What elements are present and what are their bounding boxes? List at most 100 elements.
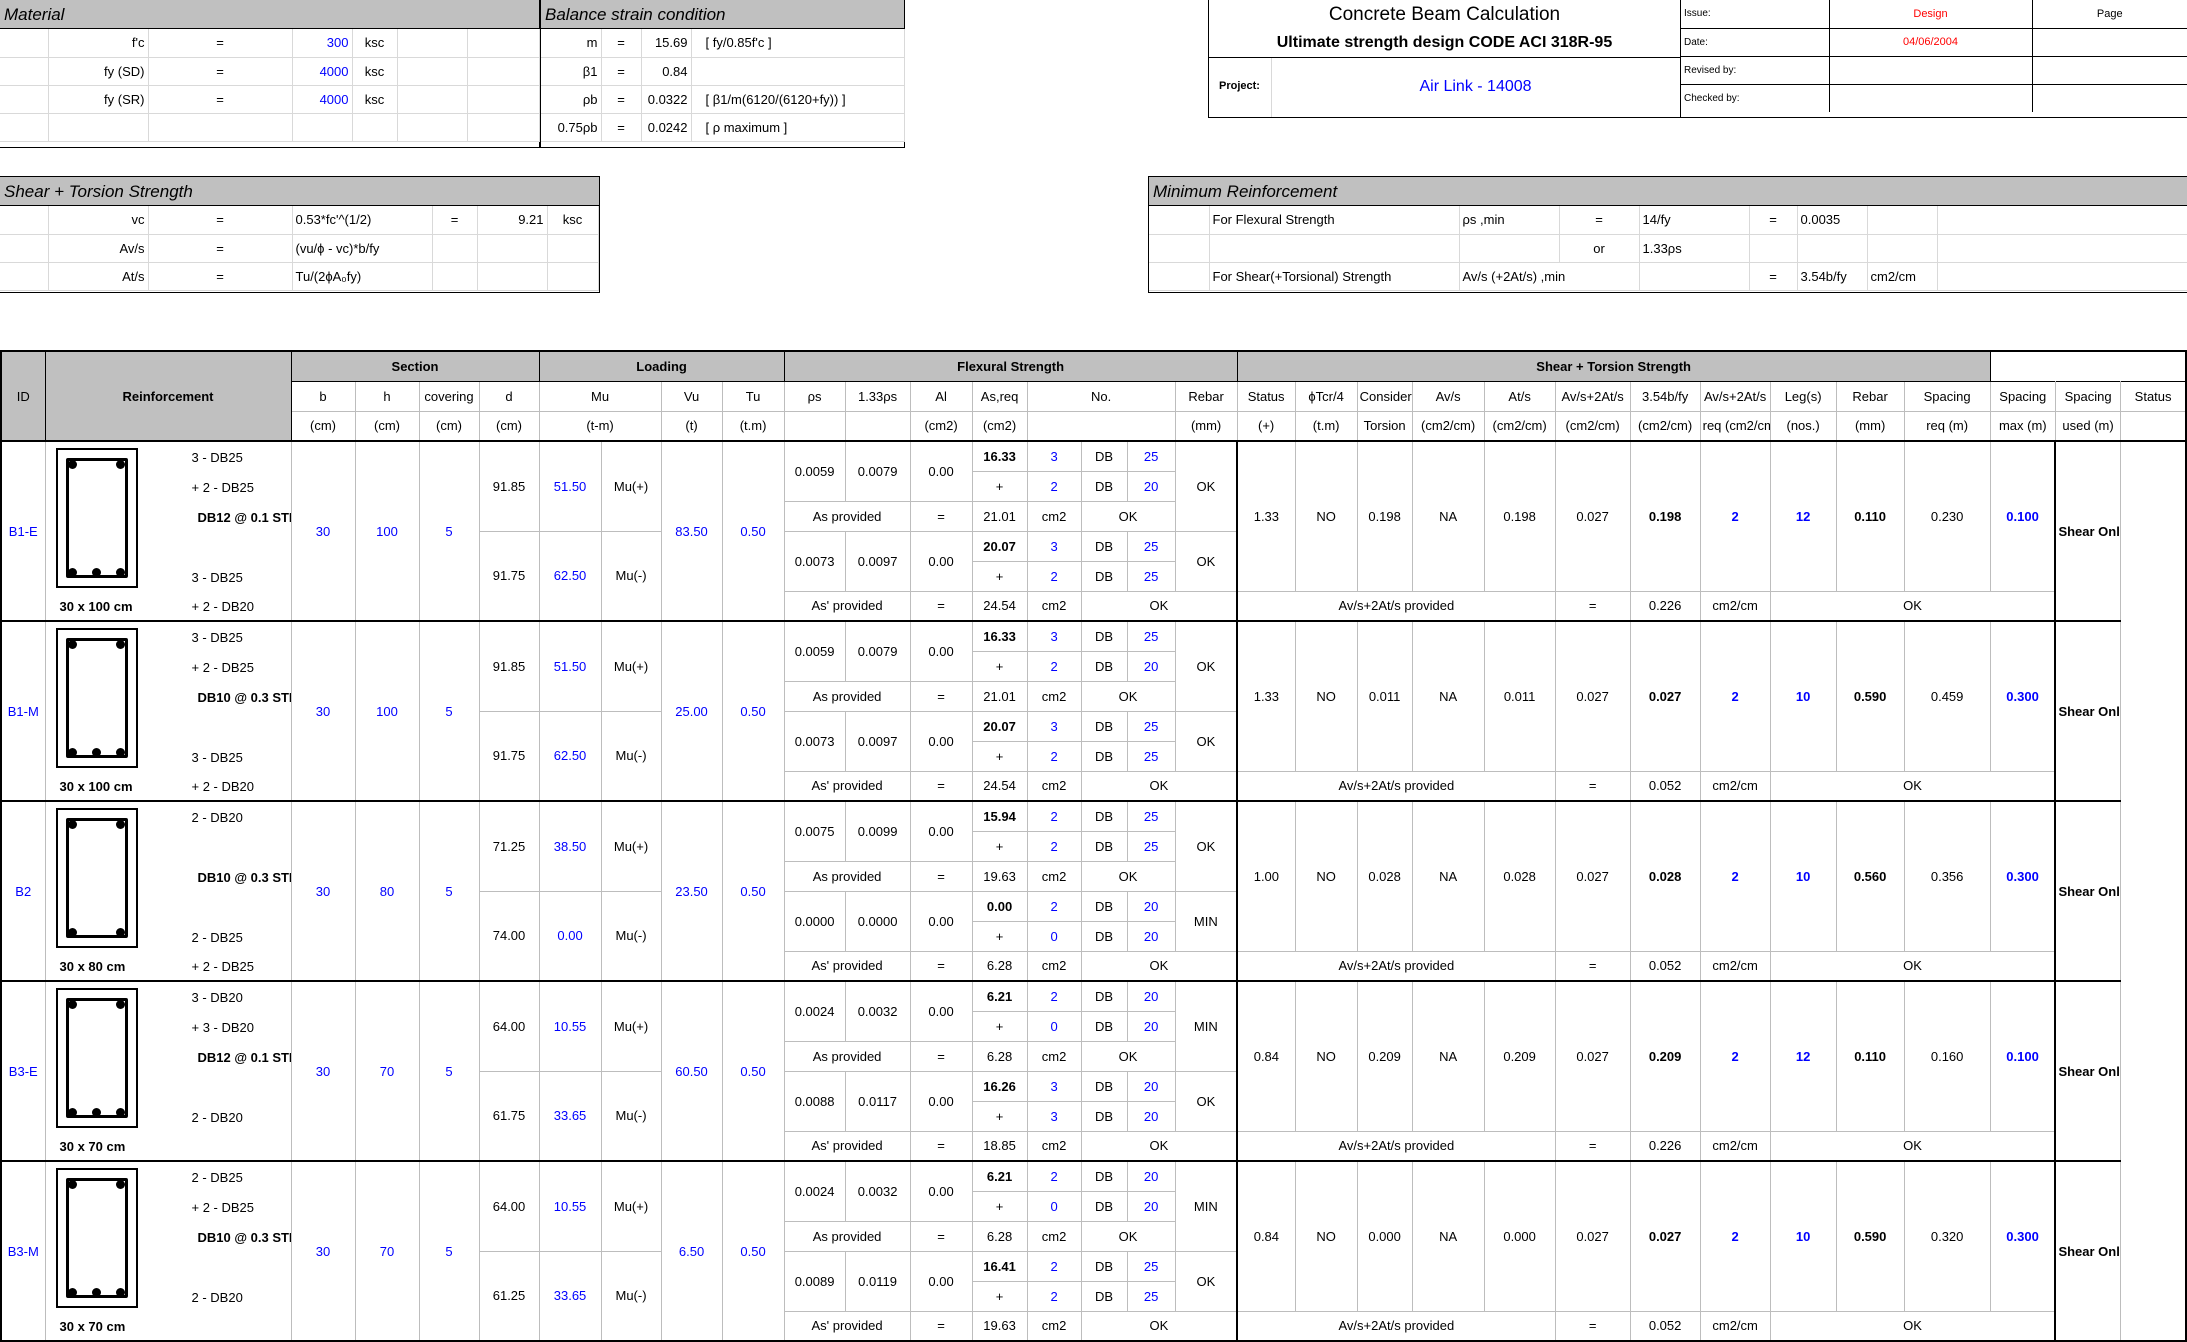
mu-neg[interactable]: 33.65 [538,1250,602,1342]
shear-rebar[interactable]: 12 [1769,980,1837,1132]
bar-size[interactable]: 25 [1126,830,1176,862]
covering-value[interactable]: 5 [418,980,480,1162]
issue-value[interactable]: Design [1829,0,2033,29]
bar-size[interactable]: 25 [1126,740,1176,772]
shear-sused[interactable]: 0.300 [1989,1160,2056,1312]
mu-neg[interactable]: 33.65 [538,1070,602,1162]
bar-count[interactable]: 2 [1026,1280,1082,1312]
b-value[interactable]: 30 [290,800,356,982]
bar-size[interactable]: 25 [1126,440,1176,472]
mu-pos[interactable]: 51.50 [538,440,602,532]
bar-count[interactable]: 3 [1026,1100,1082,1132]
covering-value[interactable]: 5 [418,620,480,802]
mu-pos[interactable]: 38.50 [538,800,602,892]
checked-value[interactable] [1829,84,2033,112]
mu-neg[interactable]: 62.50 [538,530,602,622]
bar-count[interactable]: 3 [1026,1070,1082,1102]
shear-rebar[interactable]: 12 [1769,440,1837,592]
bar-size[interactable]: 20 [1126,1160,1176,1192]
bar-count[interactable]: 2 [1026,740,1082,772]
bar-size[interactable]: 25 [1126,800,1176,832]
covering-value[interactable]: 5 [418,440,480,622]
tu-value[interactable]: 0.50 [721,440,785,622]
bar-size[interactable]: 20 [1126,1070,1176,1102]
bar-count[interactable]: 0 [1026,1190,1082,1222]
bar-count[interactable]: 2 [1026,470,1082,502]
shear-leg[interactable]: 2 [1699,440,1771,592]
bar-count[interactable]: 2 [1026,560,1082,592]
h-value[interactable]: 100 [354,620,420,802]
beam-id[interactable]: B2 [0,800,46,982]
material-value[interactable]: 300 [292,29,353,58]
bar-count[interactable]: 2 [1026,800,1082,832]
revised-value[interactable] [1829,56,2033,85]
vu-value[interactable]: 23.50 [660,800,723,982]
bar-count[interactable]: 2 [1026,1250,1082,1282]
mu-pos[interactable]: 51.50 [538,620,602,712]
shear-leg[interactable]: 2 [1699,1160,1771,1312]
bar-count[interactable]: 2 [1026,830,1082,862]
bar-size[interactable]: 20 [1126,980,1176,1012]
bar-size[interactable]: 20 [1126,1100,1176,1132]
shear-rebar[interactable]: 10 [1769,620,1837,772]
h-value[interactable]: 80 [354,800,420,982]
vu-value[interactable]: 25.00 [660,620,723,802]
shear-leg[interactable]: 2 [1699,980,1771,1132]
tu-value[interactable]: 0.50 [721,620,785,802]
beam-id[interactable]: B1-M [0,620,46,802]
bar-size[interactable]: 25 [1126,560,1176,592]
mu-neg[interactable]: 62.50 [538,710,602,802]
shear-sused[interactable]: 0.100 [1989,440,2056,592]
bar-size[interactable]: 25 [1126,530,1176,562]
bar-size[interactable]: 25 [1126,1280,1176,1312]
shear-rebar[interactable]: 10 [1769,800,1837,952]
beam-id[interactable]: B3-E [0,980,46,1162]
covering-value[interactable]: 5 [418,800,480,982]
vu-value[interactable]: 83.50 [660,440,723,622]
bar-size[interactable]: 20 [1126,890,1176,922]
vu-value[interactable]: 6.50 [660,1160,723,1342]
b-value[interactable]: 30 [290,440,356,622]
bar-count[interactable]: 2 [1026,980,1082,1012]
shear-leg[interactable]: 2 [1699,620,1771,772]
mu-neg[interactable]: 0.00 [538,890,602,982]
bar-size[interactable]: 25 [1126,620,1176,652]
h-value[interactable]: 70 [354,980,420,1162]
beam-id[interactable]: B3-M [0,1160,46,1342]
h-value[interactable]: 100 [354,440,420,622]
bar-size[interactable]: 25 [1126,1250,1176,1282]
tu-value[interactable]: 0.50 [721,1160,785,1342]
bar-size[interactable]: 20 [1126,920,1176,952]
bar-count[interactable]: 2 [1026,1160,1082,1192]
bar-count[interactable]: 0 [1026,920,1082,952]
covering-value[interactable]: 5 [418,1160,480,1342]
bar-size[interactable]: 20 [1126,1010,1176,1042]
date-value[interactable]: 04/06/2004 [1829,28,2033,57]
b-value[interactable]: 30 [290,620,356,802]
b-value[interactable]: 30 [290,980,356,1162]
mu-pos[interactable]: 10.55 [538,1160,602,1252]
bar-count[interactable]: 3 [1026,620,1082,652]
material-value[interactable]: 4000 [292,57,353,86]
shear-sused[interactable]: 0.100 [1989,980,2056,1132]
bar-count[interactable]: 2 [1026,650,1082,682]
b-value[interactable]: 30 [290,1160,356,1342]
bar-count[interactable]: 3 [1026,710,1082,742]
tu-value[interactable]: 0.50 [721,800,785,982]
bar-size[interactable]: 20 [1126,470,1176,502]
shear-sused[interactable]: 0.300 [1989,620,2056,772]
tu-value[interactable]: 0.50 [721,980,785,1162]
shear-sused[interactable]: 0.300 [1989,800,2056,952]
bar-count[interactable]: 0 [1026,1010,1082,1042]
shear-leg[interactable]: 2 [1699,800,1771,952]
shear-rebar[interactable]: 10 [1769,1160,1837,1312]
bar-size[interactable]: 20 [1126,1190,1176,1222]
bar-count[interactable]: 3 [1026,530,1082,562]
material-value[interactable]: 4000 [292,85,353,114]
bar-size[interactable]: 25 [1126,710,1176,742]
vu-value[interactable]: 60.50 [660,980,723,1162]
h-value[interactable]: 70 [354,1160,420,1342]
bar-count[interactable]: 3 [1026,440,1082,472]
beam-id[interactable]: B1-E [0,440,46,622]
bar-size[interactable]: 20 [1126,650,1176,682]
